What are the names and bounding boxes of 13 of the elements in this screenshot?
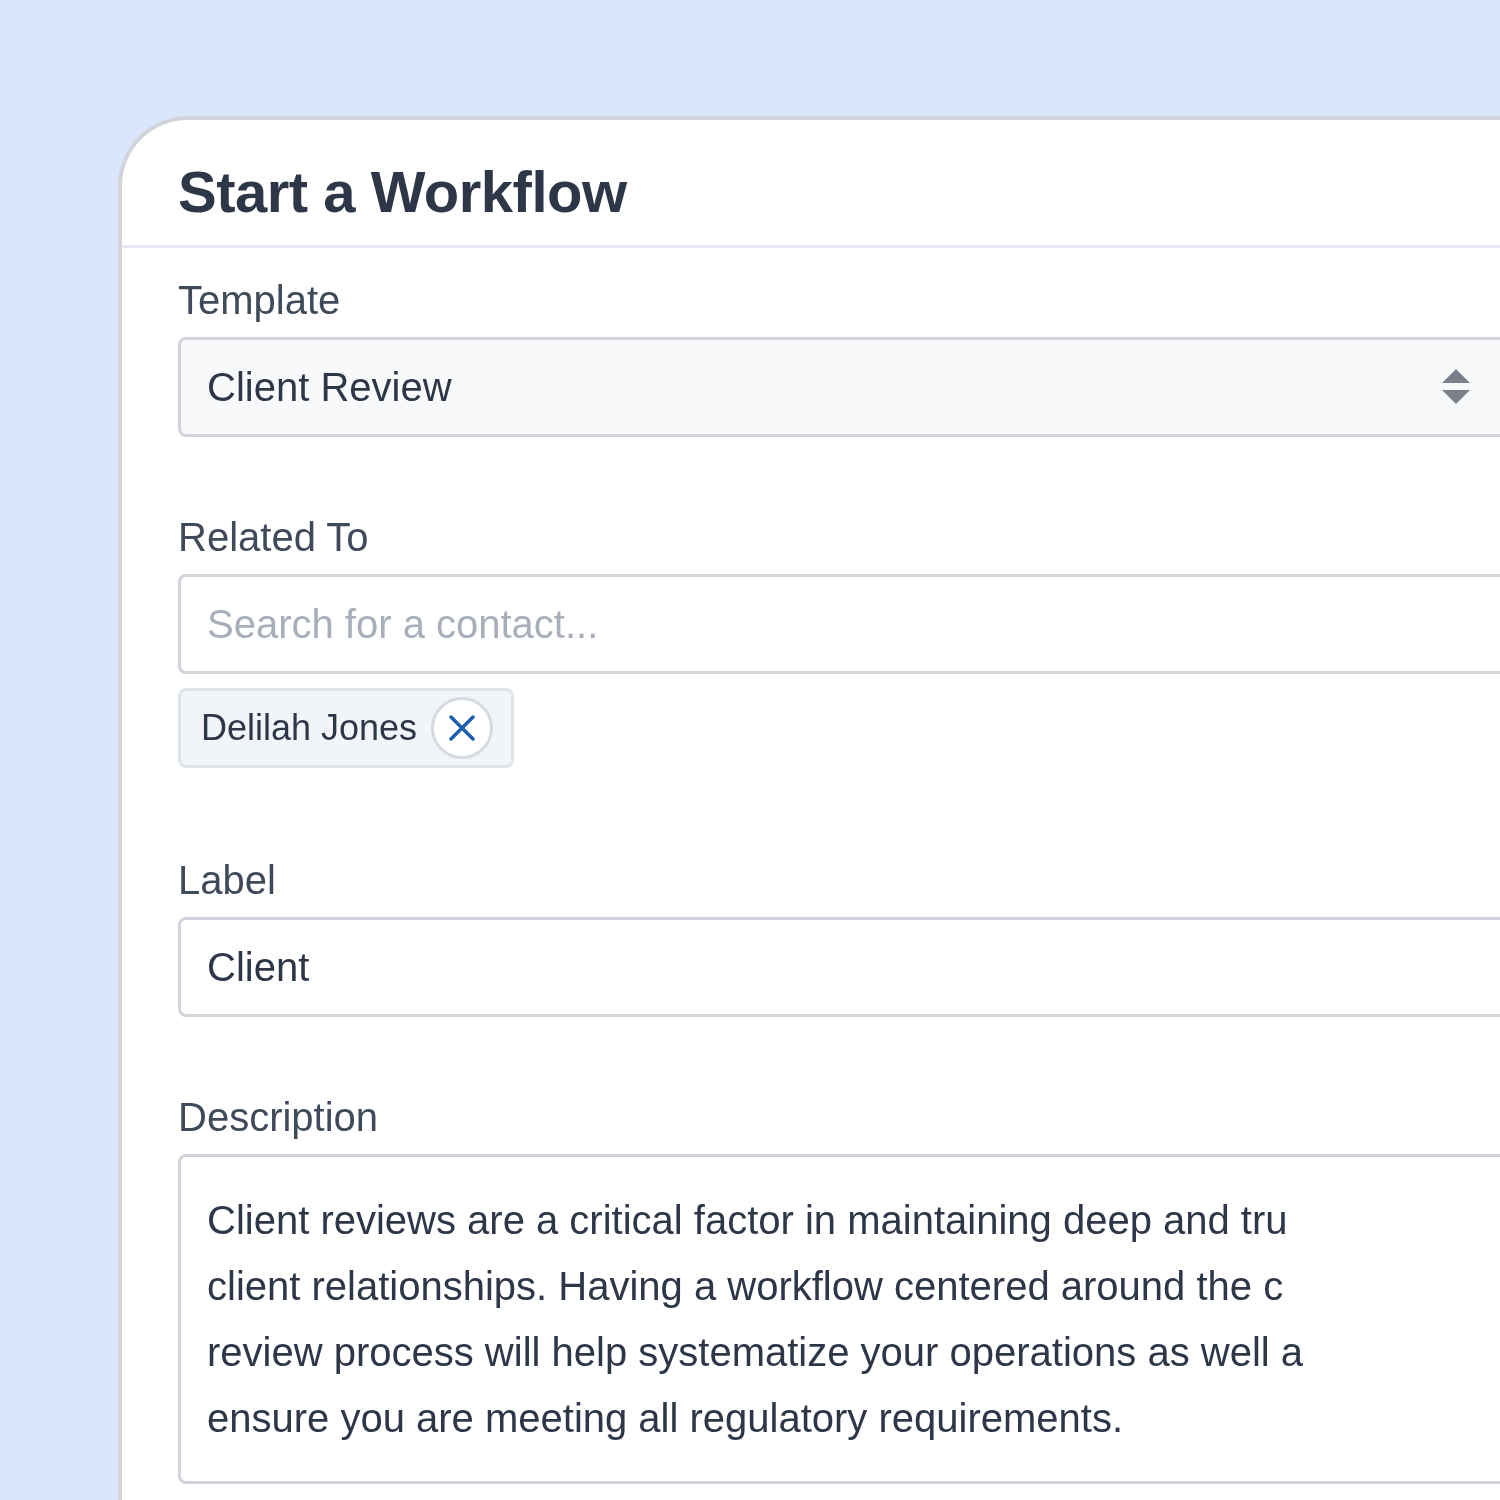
field-label: Description — [178, 1095, 379, 1140]
field-label: Label — [178, 858, 276, 903]
description-text: client relationships. Having a workflow centered around the c — [207, 1263, 1284, 1310]
chip-label: Delilah Jones — [201, 707, 418, 749]
description-text: review process will help systematize your operations as well a — [207, 1329, 1303, 1376]
description-text: ensure you are meeting all regulatory requirements. — [207, 1395, 1124, 1442]
template-select[interactable]: Client Review — [178, 337, 1500, 437]
field-label: Template — [178, 278, 341, 323]
search-field[interactable]: Search for a contact... — [178, 574, 1500, 674]
field-label: Related To — [178, 515, 369, 560]
dialog-title: Start a Workflow — [178, 158, 628, 225]
description-text: Client reviews are a critical factor in maintaining deep and tru — [207, 1197, 1288, 1244]
label-field[interactable]: Client — [178, 917, 1500, 1017]
